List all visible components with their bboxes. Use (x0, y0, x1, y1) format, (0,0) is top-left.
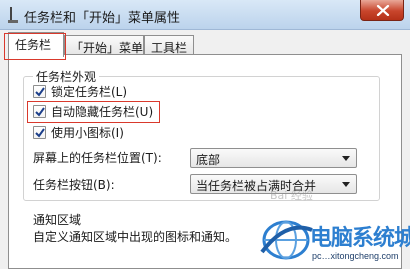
notification-area-description: 自定义通知区域中出现的图标和通知。 (33, 230, 238, 244)
taskbar-location-select[interactable]: 底部 (190, 148, 357, 168)
tab-label: 工具栏 (151, 41, 188, 55)
globe-logo-icon (260, 220, 313, 260)
checkmark-icon (35, 87, 45, 97)
taskbar-location-value: 底部 (196, 153, 221, 167)
checkmark-icon (35, 128, 45, 138)
auto-hide-highlight-box (27, 101, 160, 123)
title-bar: 任务栏和「开始」菜单属性 (0, 0, 410, 30)
watermark-url: pc…xitongcheng.com (312, 251, 399, 261)
checkbox-box[interactable] (33, 85, 46, 98)
watermark-title: 电脑系统城 (310, 226, 410, 251)
site-watermark: 电脑系统城 pc…xitongcheng.com (258, 204, 410, 269)
tab-highlight-box (4, 33, 66, 60)
small-icons-label: 使用小图标(I) (51, 126, 124, 140)
chevron-down-icon (342, 182, 350, 187)
close-button[interactable] (360, 0, 404, 21)
appearance-group-title: 任务栏外观 (33, 68, 100, 85)
tab-label: 「开始」菜单 (71, 41, 144, 55)
notification-area-title: 通知区域 (33, 213, 82, 227)
chevron-down-icon (342, 156, 350, 161)
taskbar-location-label: 屏幕上的任务栏位置(T): (33, 151, 162, 165)
window-title: 任务栏和「开始」菜单属性 (24, 11, 181, 26)
taskbar-properties-icon (8, 7, 18, 23)
baidu-watermark: Bai 经验 (270, 189, 313, 202)
taskbar-buttons-label: 任务栏按钮(B): (33, 178, 115, 192)
checkbox-box[interactable] (33, 126, 46, 139)
close-icon (376, 5, 390, 16)
lock-taskbar-label: 锁定任务栏(L) (51, 85, 128, 99)
